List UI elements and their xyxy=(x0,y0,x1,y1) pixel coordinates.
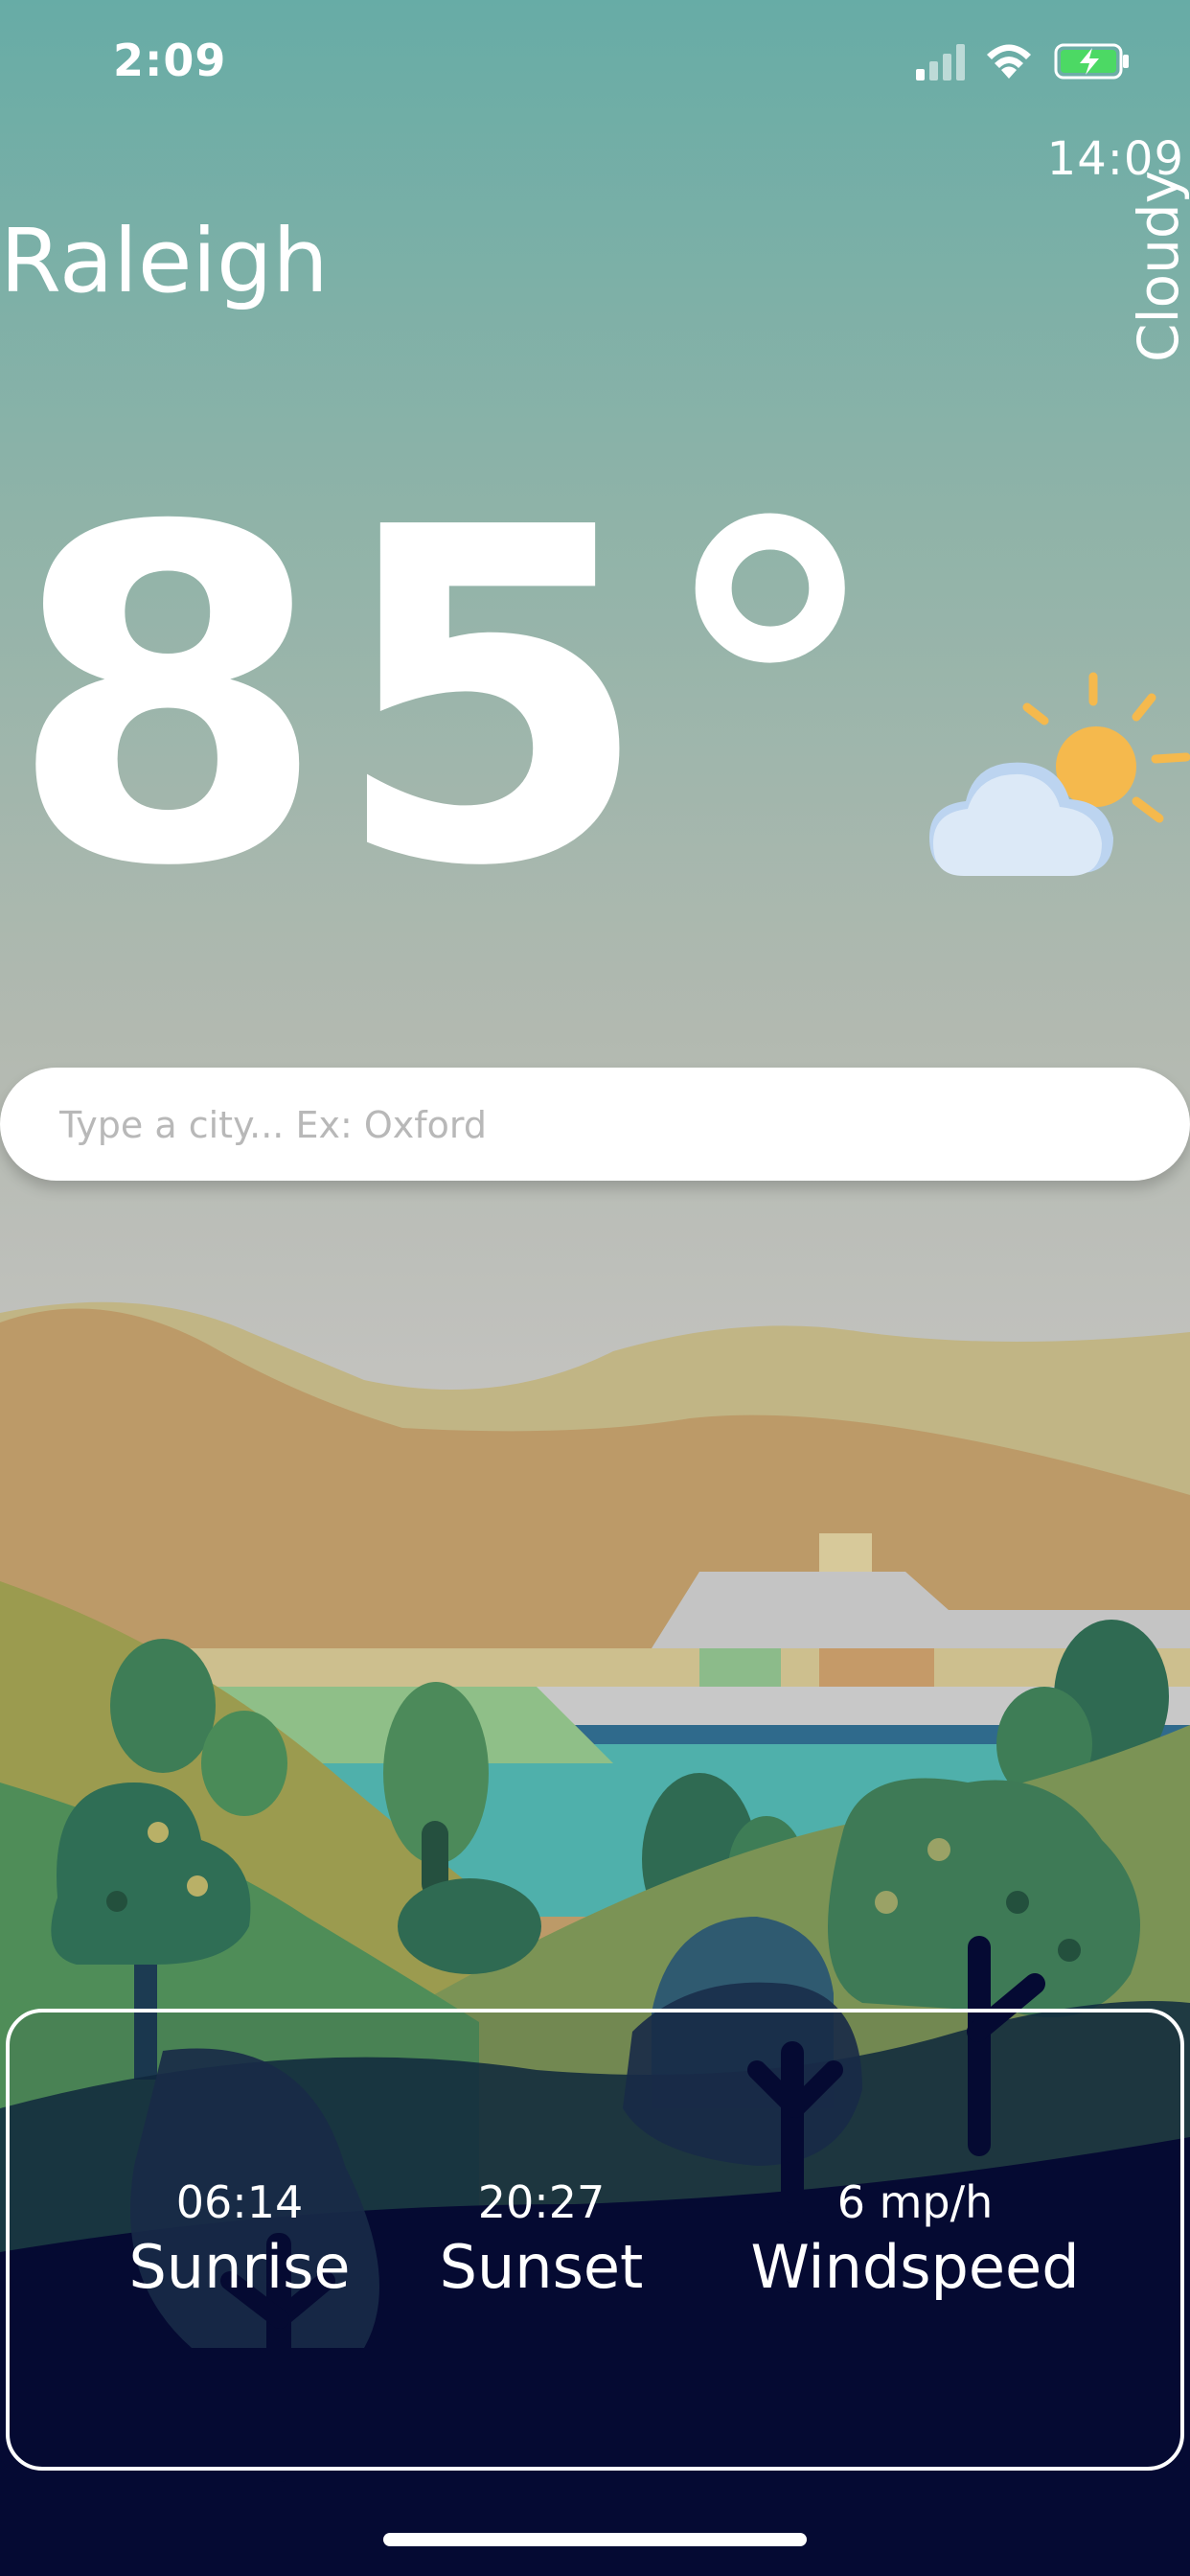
sunset-time: 20:27 xyxy=(477,2176,606,2228)
status-bar: 2:09 xyxy=(0,0,1190,129)
wifi-icon xyxy=(987,44,1031,79)
cellular-signal-icon xyxy=(916,44,965,80)
windspeed-detail: 6 mp/h Windspeed xyxy=(738,2175,1092,2306)
sunrise-time: 06:14 xyxy=(175,2176,304,2228)
sunrise-detail: 06:14 Sunrise xyxy=(125,2175,355,2306)
city-search-input[interactable] xyxy=(57,1068,1134,1183)
sunset-detail: 20:27 Sunset xyxy=(422,2175,661,2306)
battery-charging-icon xyxy=(1054,43,1129,80)
status-time: 2:09 xyxy=(113,34,227,86)
sun-wind-details-card: 06:14 Sunrise 20:27 Sunset 6 mp/h Windsp… xyxy=(6,2009,1184,2471)
windspeed-value: 6 mp/h xyxy=(836,2176,994,2228)
partly-cloudy-icon xyxy=(929,672,1190,876)
home-indicator[interactable] xyxy=(383,2533,807,2546)
weather-condition: Cloudy xyxy=(1126,171,1190,362)
windspeed-label: Windspeed xyxy=(750,2232,1080,2302)
sunrise-label: Sunrise xyxy=(128,2232,351,2302)
city-search-bar[interactable] xyxy=(0,1068,1190,1183)
sunset-label: Sunset xyxy=(439,2232,644,2302)
city-name: Raleigh xyxy=(0,210,329,312)
temperature: 85° xyxy=(8,431,889,967)
